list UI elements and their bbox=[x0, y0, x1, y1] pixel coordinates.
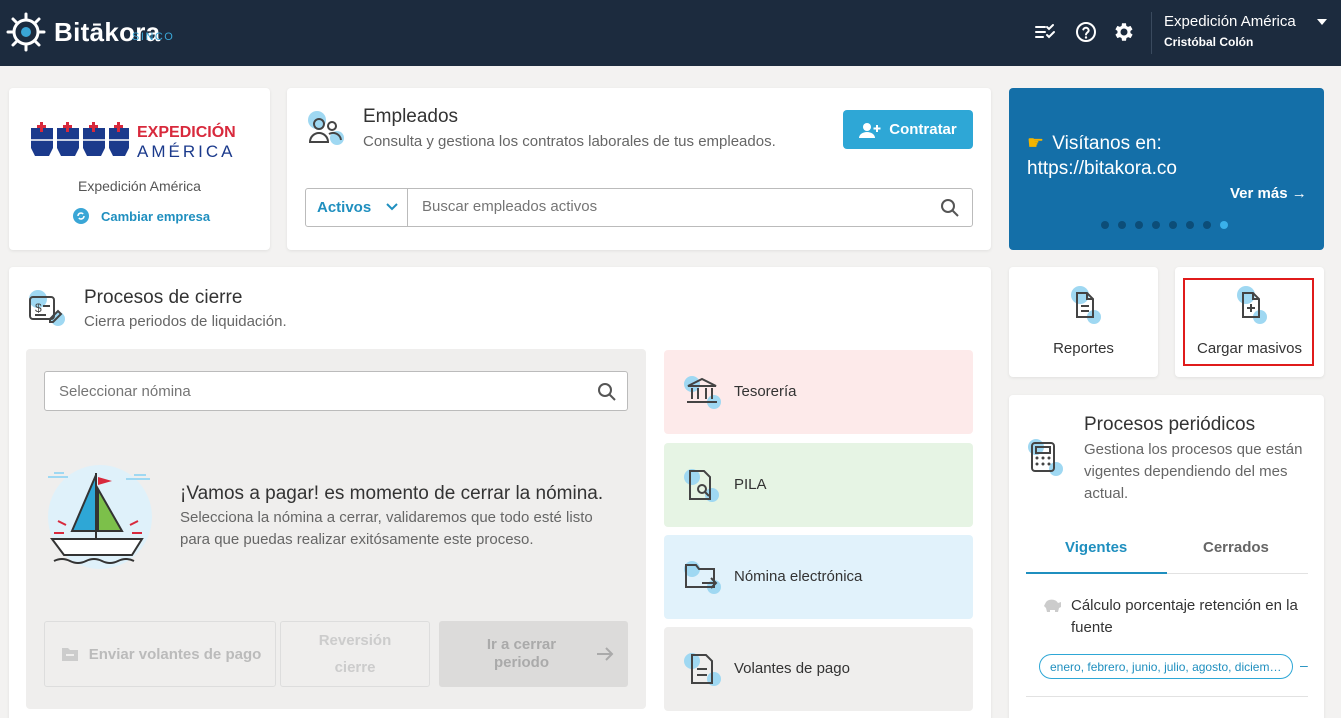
banner-line-2: https://bitakora.co bbox=[1027, 158, 1177, 179]
periodic-item-label[interactable]: Cálculo porcentaje retención en la fuent… bbox=[1071, 595, 1307, 639]
carousel-dot[interactable] bbox=[1118, 221, 1126, 229]
payroll-close-panel: ¡Vamos a pagar! es momento de cerrar la … bbox=[26, 349, 646, 709]
tab-vigentes[interactable]: Vigentes bbox=[1065, 539, 1127, 556]
carousel-dot[interactable] bbox=[1203, 221, 1211, 229]
current-user[interactable]: Cristóbal Colón bbox=[1164, 35, 1253, 49]
tasks-icon[interactable] bbox=[1034, 20, 1058, 44]
carousel-dot[interactable] bbox=[1101, 221, 1109, 229]
treasury-label: Tesorería bbox=[734, 383, 797, 400]
periodic-processes-card: Procesos periódicos Gestiona los proceso… bbox=[1009, 395, 1324, 718]
refresh-icon bbox=[73, 208, 89, 224]
company-logo: EXPEDICIÓN AMÉRICA bbox=[31, 122, 236, 160]
search-icon[interactable] bbox=[597, 382, 617, 402]
employees-icon bbox=[308, 111, 344, 145]
change-company-label: Cambiar empresa bbox=[101, 208, 211, 224]
help-icon[interactable] bbox=[1074, 20, 1098, 44]
electronic-payroll-label: Nómina electrónica bbox=[734, 568, 863, 585]
employee-status-value: Activos bbox=[317, 199, 372, 216]
carousel-dot[interactable] bbox=[1152, 221, 1160, 229]
pila-item[interactable]: PILA bbox=[664, 443, 973, 527]
reports-button[interactable]: Reportes bbox=[1009, 267, 1158, 377]
periodic-processes-title: Procesos periódicos bbox=[1084, 414, 1256, 435]
periodic-processes-description: Gestiona los procesos que están vigentes… bbox=[1084, 441, 1303, 502]
treasury-item[interactable]: Tesorería bbox=[664, 350, 973, 434]
change-company-link[interactable]: Cambiar empresa bbox=[73, 208, 210, 224]
folder-icon bbox=[62, 648, 78, 661]
payslips-item[interactable]: Volantes de pago bbox=[664, 627, 973, 711]
carousel-dot[interactable] bbox=[1135, 221, 1143, 229]
employee-status-select[interactable]: Activos bbox=[306, 189, 408, 226]
calculator-icon bbox=[1028, 439, 1063, 476]
pay-title: ¡Vamos a pagar! es momento de cerrar la … bbox=[180, 483, 604, 504]
pointing-hand-icon: ☛ bbox=[1027, 133, 1045, 154]
active-tab-indicator bbox=[1026, 572, 1167, 574]
employees-description: Consulta y gestiona los contratos labora… bbox=[363, 133, 776, 150]
highlight-box bbox=[1183, 278, 1314, 366]
report-icon bbox=[1070, 286, 1101, 324]
hire-button-label: Contratar bbox=[889, 121, 957, 138]
top-bar: Bitākora SINCO Expedición América Cristó… bbox=[0, 0, 1341, 66]
current-company[interactable]: Expedición América bbox=[1164, 13, 1296, 30]
payroll-icon: $ bbox=[29, 290, 65, 326]
closing-processes-description: Cierra periodos de liquidación. bbox=[84, 313, 287, 330]
gear-icon[interactable] bbox=[1112, 20, 1136, 44]
employee-search-bar: Activos bbox=[305, 188, 973, 227]
promo-banner[interactable]: ☛ Visítanos en: https://bitakora.co Ver … bbox=[1009, 88, 1324, 250]
arrow-right-icon bbox=[597, 647, 614, 661]
send-payslips-label: Enviar volantes de pago bbox=[88, 645, 262, 663]
svg-text:AMÉRICA: AMÉRICA bbox=[137, 142, 235, 160]
list-divider bbox=[1026, 696, 1308, 697]
helm-icon bbox=[6, 12, 46, 52]
sailboat-illustration bbox=[48, 465, 152, 569]
employees-card: Empleados Consulta y gestiona los contra… bbox=[287, 88, 991, 250]
add-user-icon bbox=[859, 122, 881, 138]
reverse-close-button[interactable]: Reversión cierre bbox=[280, 621, 430, 687]
company-name: Expedición América bbox=[78, 178, 201, 194]
document-icon bbox=[684, 653, 721, 686]
reverse-close-label: Reversión cierre bbox=[318, 632, 392, 676]
app-subtitle: SINCO bbox=[132, 31, 175, 43]
banner-line-1: ☛ Visítanos en: bbox=[1027, 133, 1162, 154]
carousel-dot-active[interactable] bbox=[1220, 221, 1228, 229]
svg-text:EXPEDICIÓN: EXPEDICIÓN bbox=[137, 122, 236, 141]
payroll-search-input[interactable] bbox=[59, 383, 559, 400]
folder-send-icon bbox=[684, 561, 721, 594]
payslips-label: Volantes de pago bbox=[734, 660, 850, 677]
tab-cerrados[interactable]: Cerrados bbox=[1203, 539, 1269, 556]
go-close-period-button[interactable]: Ir a cerrar periodo bbox=[439, 621, 628, 687]
employees-title: Empleados bbox=[363, 106, 459, 127]
send-payslips-button[interactable]: Enviar volantes de pago bbox=[44, 621, 276, 687]
periodic-item-months: enero, febrero, junio, julio, agosto, di… bbox=[1039, 654, 1293, 679]
payroll-search-bar bbox=[44, 371, 628, 411]
caret-down-icon[interactable] bbox=[1317, 19, 1327, 25]
pila-label: PILA bbox=[734, 476, 767, 493]
banner-more-link[interactable]: Ver más → bbox=[1230, 185, 1307, 202]
svg-text:$: $ bbox=[35, 301, 42, 315]
file-search-icon bbox=[684, 469, 719, 502]
electronic-payroll-item[interactable]: Nómina electrónica bbox=[664, 535, 973, 619]
chevron-down-icon bbox=[386, 203, 398, 211]
periodic-item-more[interactable]: – bbox=[1300, 657, 1308, 673]
hire-button[interactable]: Contratar bbox=[843, 110, 973, 149]
bank-icon bbox=[684, 376, 721, 409]
carousel-dot[interactable] bbox=[1186, 221, 1194, 229]
carousel-dot[interactable] bbox=[1169, 221, 1177, 229]
closing-processes-title: Procesos de cierre bbox=[84, 287, 243, 308]
employee-search-input[interactable] bbox=[422, 198, 922, 215]
search-icon[interactable] bbox=[940, 198, 960, 218]
reports-label: Reportes bbox=[1053, 340, 1114, 357]
piggy-bank-icon bbox=[1044, 599, 1061, 612]
header-divider bbox=[1151, 12, 1152, 54]
pay-description: Selecciona la nómina a cerrar, validarem… bbox=[180, 509, 593, 548]
company-card: EXPEDICIÓN AMÉRICA Expedición América Ca… bbox=[9, 88, 270, 250]
carousel-dots bbox=[1101, 221, 1228, 229]
go-close-period-label: Ir a cerrar periodo bbox=[486, 636, 557, 671]
